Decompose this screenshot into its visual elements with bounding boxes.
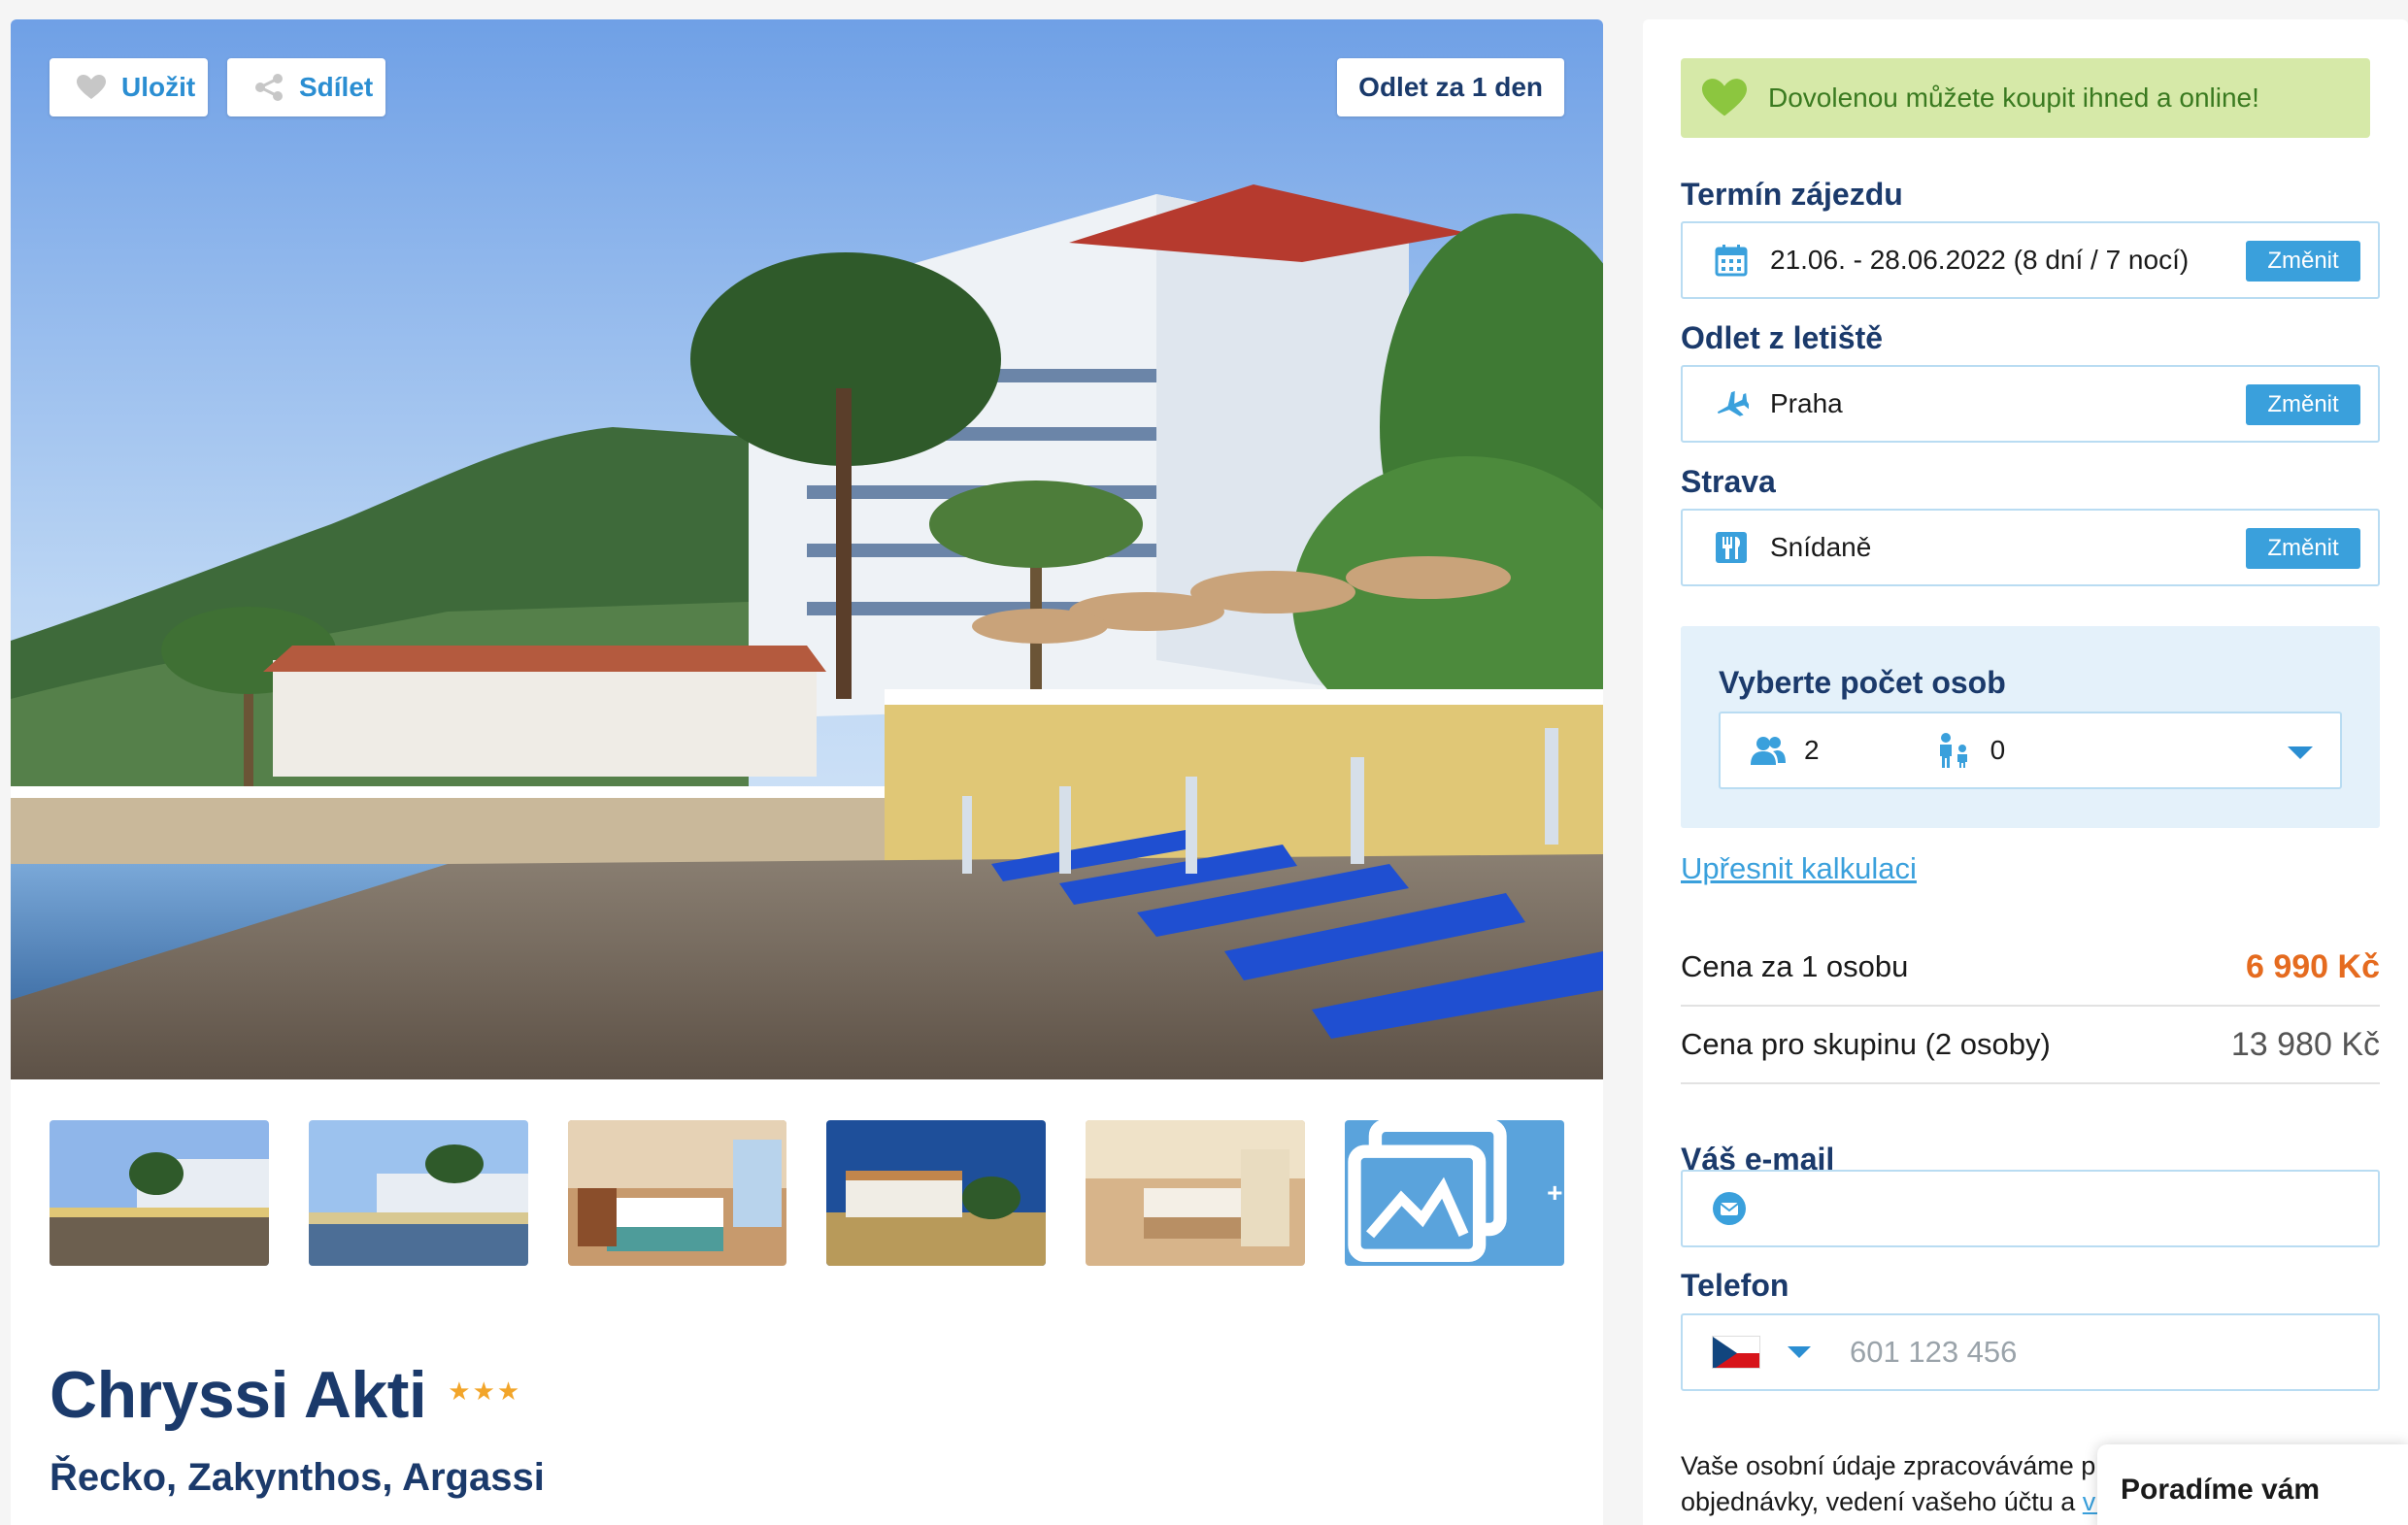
persons-title: Vyberte počet osob	[1719, 665, 2006, 700]
adults-count: 2	[1750, 735, 1820, 766]
gallery-thumb[interactable]	[308, 1120, 528, 1266]
persons-select[interactable]: 2 0	[1719, 712, 2342, 789]
price-per-person-value: 6 990 Kč	[2246, 947, 2380, 985]
image-gallery-icon	[1345, 1120, 1537, 1266]
gallery-thumb[interactable]	[567, 1120, 787, 1266]
price-group-label: Cena pro skupinu (2 osoby)	[1681, 1027, 2051, 1061]
hotel-card: Uložit Sdílet Odlet za 1 den + Chryssi A…	[11, 19, 1603, 1525]
airport-label: Odlet z letiště	[1681, 320, 1884, 355]
gallery-thumb[interactable]	[50, 1120, 269, 1266]
change-term-button[interactable]: Změnit	[2246, 241, 2360, 282]
change-airport-button[interactable]: Změnit	[2246, 384, 2360, 425]
price-per-person-row: Cena za 1 osobu 6 990 Kč	[1681, 929, 2380, 1007]
envelope-icon	[1712, 1191, 1747, 1226]
save-label: Uložit	[121, 72, 196, 102]
heart-icon	[77, 75, 106, 100]
term-field[interactable]: 21.06. - 28.06.2022 (8 dní / 7 nocí) Změ…	[1681, 221, 2380, 299]
czech-flag-icon[interactable]	[1712, 1336, 1760, 1369]
star-rating: ★★★	[448, 1376, 522, 1406]
email-input[interactable]	[1766, 1191, 2154, 1226]
board-label: Strava	[1681, 464, 1776, 499]
online-purchase-banner: Dovolenou můžete koupit ihned a online!	[1681, 58, 2370, 138]
price-per-person-label: Cena za 1 osobu	[1681, 949, 1909, 983]
save-button[interactable]: Uložit	[50, 58, 208, 116]
children-icon	[1936, 733, 1973, 768]
gallery-thumb[interactable]	[1086, 1120, 1306, 1266]
gallery-thumb[interactable]	[826, 1120, 1047, 1266]
email-field[interactable]	[1681, 1170, 2380, 1247]
hero-photo[interactable]: Uložit Sdílet Odlet za 1 den	[11, 19, 1603, 1079]
booking-panel: Dovolenou můžete koupit ihned a online! …	[1643, 19, 2408, 1525]
share-button[interactable]: Sdílet	[227, 58, 385, 116]
airport-field[interactable]: Praha Změnit	[1681, 365, 2380, 443]
term-label: Termín zájezdu	[1681, 177, 1903, 212]
children-count: 0	[1936, 733, 2006, 768]
share-icon	[254, 73, 284, 102]
gallery-thumbnails: +11	[50, 1120, 1564, 1266]
calendar-icon	[1712, 244, 1751, 277]
gallery-more-button[interactable]: +11	[1345, 1120, 1564, 1266]
adults-icon	[1750, 736, 1787, 765]
chevron-down-icon	[2288, 746, 2313, 759]
gallery-more-count: +11	[1547, 1177, 1564, 1208]
departure-badge: Odlet za 1 den	[1337, 58, 1564, 116]
hotel-location: Řecko, Zakynthos, Argassi	[50, 1456, 545, 1499]
refine-calculation-link[interactable]: Upřesnit kalkulaci	[1681, 851, 1917, 886]
airplane-icon	[1712, 389, 1751, 418]
phone-input[interactable]	[1850, 1335, 2237, 1370]
phone-field[interactable]	[1681, 1313, 2380, 1391]
children-value: 0	[1990, 735, 2006, 765]
advise-popup[interactable]: Poradíme vám	[2097, 1444, 2408, 1525]
term-value: 21.06. - 28.06.2022 (8 dní / 7 nocí)	[1770, 245, 2190, 275]
board-value: Snídaně	[1770, 532, 1872, 562]
hotel-name: Chryssi Akti	[50, 1358, 427, 1432]
hotel-title: Chryssi Akti ★★★	[50, 1357, 521, 1433]
online-banner-text: Dovolenou můžete koupit ihned a online!	[1768, 83, 2259, 113]
board-field[interactable]: Snídaně Změnit	[1681, 509, 2380, 586]
price-group-value: 13 980 Kč	[2230, 1025, 2380, 1063]
price-group-row: Cena pro skupinu (2 osoby) 13 980 Kč	[1681, 1007, 2380, 1084]
adults-value: 2	[1804, 735, 1820, 765]
share-label: Sdílet	[299, 72, 374, 102]
heart-icon	[1702, 79, 1747, 117]
airport-value: Praha	[1770, 388, 1843, 418]
change-board-button[interactable]: Změnit	[2246, 528, 2360, 569]
persons-section: Vyberte počet osob 2 0	[1681, 626, 2380, 828]
phone-label: Telefon	[1681, 1268, 1789, 1303]
cutlery-icon	[1712, 531, 1751, 564]
chevron-down-icon[interactable]	[1788, 1346, 1811, 1358]
